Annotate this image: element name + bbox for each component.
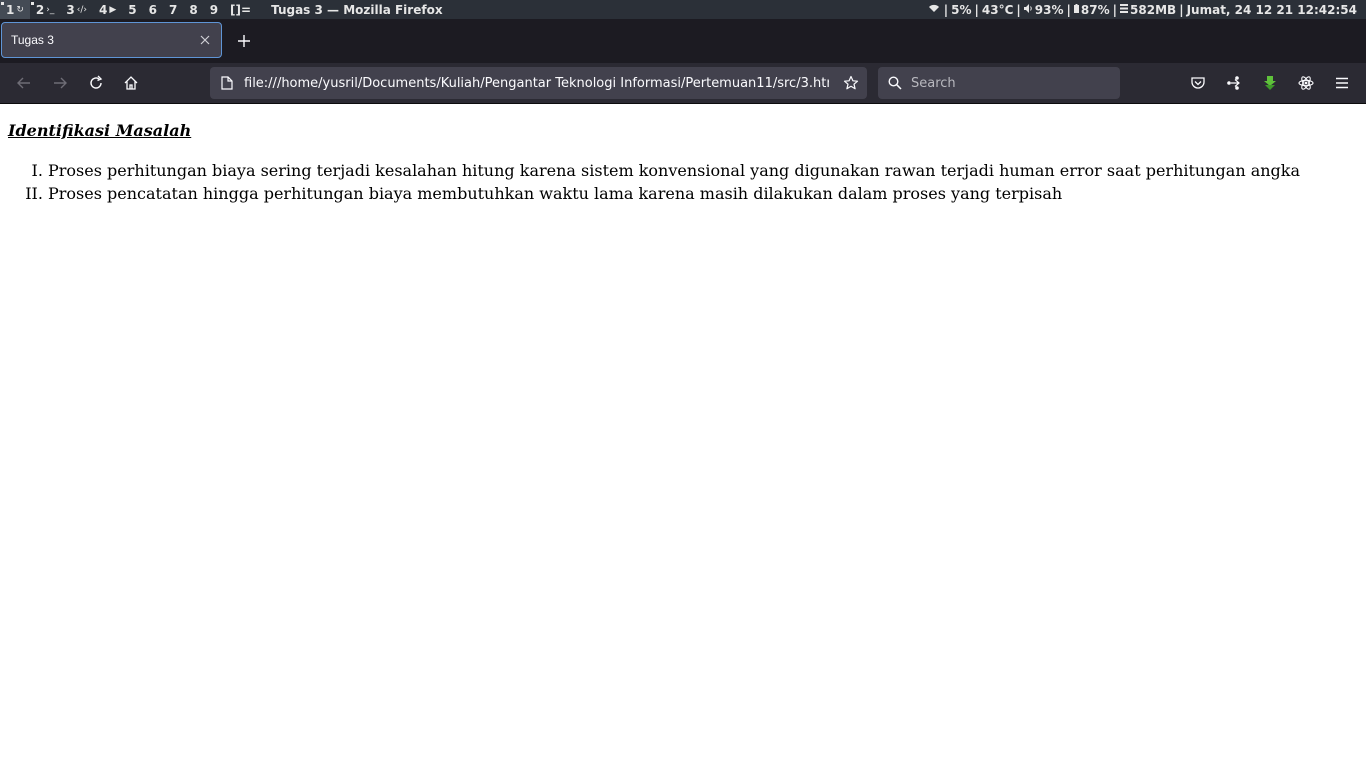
workspace-8[interactable]: 8 (183, 0, 203, 19)
workspace-2[interactable]: 2 ›_ (30, 0, 60, 19)
search-input[interactable] (909, 74, 1113, 92)
code-icon: ‹/› (76, 4, 87, 15)
problem-list: Proses perhitungan biaya sering terjadi … (8, 159, 1300, 205)
home-button[interactable] (119, 71, 143, 95)
memory-icon (1120, 3, 1129, 16)
status-separator: | (1066, 2, 1071, 17)
workspace-label: 8 (189, 2, 198, 17)
home-icon (124, 76, 138, 90)
datetime-status: Jumat, 24 12 21 12:42:54 (1186, 2, 1357, 17)
layout-indicator[interactable]: []= (224, 0, 257, 19)
pocket-icon (1191, 77, 1205, 89)
url-bar[interactable]: file:///home/yusril/Documents/Kuliah/Pen… (210, 67, 867, 99)
volume-icon (1023, 3, 1033, 16)
workspace-occupied-indicator (1, 2, 4, 5)
status-separator: | (1112, 2, 1118, 17)
window-title: Tugas 3 — Mozilla Firefox (271, 2, 443, 17)
list-item: Proses perhitungan biaya sering terjadi … (48, 159, 1300, 182)
download-arrow-icon (1264, 76, 1276, 90)
bookmark-star-button[interactable] (843, 75, 859, 91)
system-bar: 1 ↻ 2 ›_ 3 ‹/› 4 ▶ 5 6 7 8 9 []= Tugas 3… (0, 0, 1366, 19)
search-icon (887, 75, 903, 91)
workspace-6[interactable]: 6 (143, 0, 163, 19)
memory-status: 582MB (1130, 2, 1177, 17)
forward-button[interactable] (48, 71, 72, 95)
refresh-icon: ↻ (16, 4, 24, 15)
hamburger-menu-icon (1336, 77, 1348, 89)
tab-title: Tugas 3 (11, 33, 54, 47)
wifi-status: 5% (951, 2, 972, 17)
wifi-icon (928, 4, 939, 16)
workspace-9[interactable]: 9 (204, 0, 224, 19)
workspace-label: 3 (66, 2, 75, 17)
react-devtools-button[interactable] (1294, 71, 1318, 95)
search-bar[interactable] (878, 67, 1120, 99)
navigation-toolbar: file:///home/yusril/Documents/Kuliah/Pen… (0, 63, 1366, 104)
workspace-label: 2 (35, 2, 45, 17)
workspace-5[interactable]: 5 (122, 0, 142, 19)
volume-status: 93% (1034, 2, 1064, 17)
extension-button[interactable] (1222, 71, 1246, 95)
tab-tugas-3[interactable]: Tugas 3 (1, 22, 222, 58)
page-heading: Identifikasi Masalah (8, 121, 192, 140)
workspace-list: 1 ↻ 2 ›_ 3 ‹/› 4 ▶ 5 6 7 8 9 []= (0, 0, 257, 19)
workspace-1[interactable]: 1 ↻ (0, 0, 30, 19)
reload-icon (90, 75, 103, 89)
arrow-left-icon (17, 77, 30, 89)
workspace-3[interactable]: 3 ‹/› (60, 0, 93, 19)
temperature-status: 43°C (981, 2, 1014, 17)
pocket-button[interactable] (1186, 71, 1210, 95)
workspace-4[interactable]: 4 ▶ (93, 0, 122, 19)
close-tab-button[interactable] (198, 31, 212, 49)
battery-status: 87% (1080, 2, 1110, 17)
menu-button[interactable] (1330, 71, 1354, 95)
layout-indicator-label: []= (230, 2, 252, 17)
workspace-label: 4 (98, 2, 108, 17)
status-area: | 5% | 43°C | 93% | 87% | 582MB | Jumat,… (928, 2, 1366, 17)
battery-icon (1073, 3, 1079, 16)
status-separator: | (1016, 2, 1021, 17)
workspace-label: 7 (168, 2, 178, 17)
page-icon (219, 75, 235, 91)
page-content: Identifikasi Masalah Proses perhitungan … (0, 104, 1366, 768)
react-atom-icon (1298, 76, 1314, 90)
workspace-label: 6 (148, 2, 157, 17)
list-item: Proses pencatatan hingga perhitungan bia… (48, 182, 1300, 205)
workspace-7[interactable]: 7 (163, 0, 183, 19)
share-nodes-icon (1227, 76, 1240, 90)
close-icon (200, 35, 210, 45)
status-separator: | (943, 2, 949, 17)
workspace-label: 9 (209, 2, 219, 17)
back-button[interactable] (12, 71, 36, 95)
new-tab-button[interactable] (232, 29, 256, 53)
status-separator: | (1179, 2, 1184, 17)
plus-icon (238, 35, 250, 47)
play-icon: ▶ (109, 4, 117, 15)
url-text[interactable]: file:///home/yusril/Documents/Kuliah/Pen… (244, 76, 829, 91)
star-icon (843, 75, 859, 90)
terminal-icon: ›_ (46, 4, 55, 15)
arrow-right-icon (54, 77, 67, 89)
status-separator: | (974, 2, 979, 17)
tab-strip: Tugas 3 (0, 19, 1366, 63)
workspace-label: 1 (6, 2, 15, 17)
workspace-label: 5 (128, 2, 137, 17)
download-helper-button[interactable] (1258, 71, 1282, 95)
reload-button[interactable] (84, 71, 108, 95)
workspace-occupied-indicator (30, 2, 34, 5)
